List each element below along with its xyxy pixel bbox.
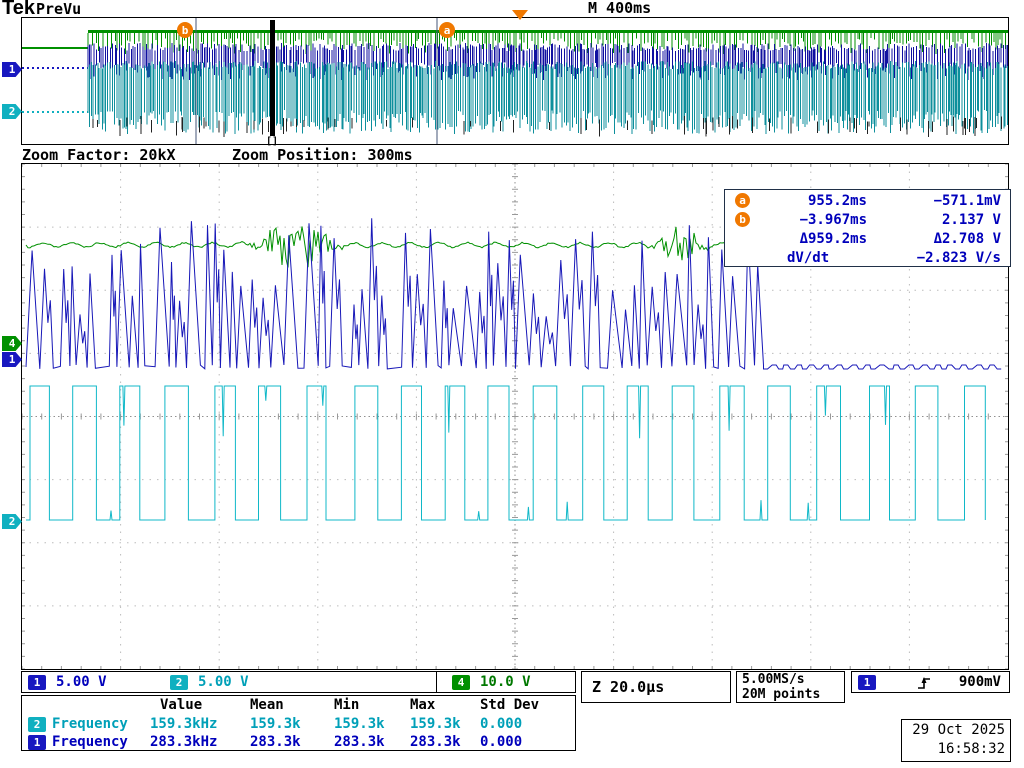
zoom-ch4-marker: 4 bbox=[2, 336, 22, 351]
meas-row-ch1-min: 283.3k bbox=[334, 734, 385, 750]
ch4-scale-readout[interactable]: 10.0 V bbox=[480, 674, 531, 690]
zoom-scale-box[interactable]: Z 20.0µs bbox=[581, 671, 731, 703]
record-length-readout: 20M points bbox=[742, 687, 821, 702]
meas-row-ch1-value: 283.3kHz bbox=[150, 734, 218, 750]
meas-header-mean: Mean bbox=[250, 697, 284, 713]
cursor-a-badge-icon: a bbox=[735, 193, 750, 208]
measurement-table: Value Mean Min Max Std Dev 2 Frequency 1… bbox=[21, 695, 576, 751]
ch4-badge[interactable]: 4 bbox=[452, 675, 470, 690]
cursor-dvdt-value: −2.823 V/s bbox=[916, 250, 1001, 266]
zoom-position-label[interactable]: Zoom Position: 300ms bbox=[232, 146, 413, 164]
zoom-factor-label[interactable]: Zoom Factor: 20kX bbox=[22, 146, 176, 164]
cursor-delta-value: Δ2.708 V bbox=[933, 231, 1001, 247]
main-timebase-readout[interactable]: M 400ms bbox=[588, 0, 651, 17]
zoom-bracket-label[interactable]: [] bbox=[266, 136, 278, 148]
meas-row-ch1-badge: 1 bbox=[28, 735, 46, 750]
cursor-a-marker[interactable]: a bbox=[439, 22, 455, 38]
meas-row-ch1-max: 283.3k bbox=[410, 734, 461, 750]
scale-bar-divider bbox=[436, 672, 437, 692]
trigger-source-badge: 1 bbox=[858, 675, 876, 690]
overview-ch1-marker: 1 bbox=[2, 62, 22, 77]
ch2-scale-readout[interactable]: 5.00 V bbox=[198, 674, 249, 690]
trigger-position-marker-icon[interactable] bbox=[512, 10, 528, 20]
meas-row-ch2-stddev: 0.000 bbox=[480, 716, 523, 732]
meas-row-ch2-value: 159.3kHz bbox=[150, 716, 218, 732]
meas-row-ch1-mean: 283.3k bbox=[250, 734, 301, 750]
cursor-a-value: −571.1mV bbox=[933, 193, 1001, 209]
cursor-b-badge-icon: b bbox=[735, 212, 750, 227]
trigger-slope-rising-icon bbox=[918, 677, 930, 689]
ch2-badge[interactable]: 2 bbox=[170, 675, 188, 690]
overview-waveform-display bbox=[22, 18, 1008, 144]
acquisition-mode-label: PreVu bbox=[36, 0, 82, 18]
trigger-readout-box[interactable]: 1 900mV bbox=[851, 671, 1010, 693]
time-readout: 16:58:32 bbox=[937, 741, 1005, 757]
cursor-delta-time: Δ959.2ms bbox=[799, 231, 867, 247]
date-readout: 29 Oct 2025 bbox=[912, 722, 1005, 738]
sample-rate-readout: 5.00MS/s bbox=[742, 672, 805, 687]
meas-row-ch2-min: 159.3k bbox=[334, 716, 385, 732]
meas-header-max: Max bbox=[410, 697, 436, 713]
overview-ch2-marker: 2 bbox=[2, 104, 22, 119]
datetime-box: 29 Oct 2025 16:58:32 bbox=[901, 719, 1011, 762]
ch1-badge[interactable]: 1 bbox=[28, 675, 46, 690]
meas-row-ch2-max: 159.3k bbox=[410, 716, 461, 732]
cursor-dvdt-label: dV/dt bbox=[787, 250, 830, 266]
meas-row-ch2-mean: 159.3k bbox=[250, 716, 301, 732]
meas-header-value: Value bbox=[160, 697, 203, 713]
trigger-level-readout: 900mV bbox=[958, 674, 1001, 690]
cursor-a-time: 955.2ms bbox=[807, 193, 867, 209]
zoom-ch1-marker: 1 bbox=[2, 352, 22, 367]
zoom-scale-readout: Z 20.0µs bbox=[592, 678, 665, 696]
record-view-window bbox=[21, 17, 1009, 145]
cursor-b-marker[interactable]: b bbox=[177, 22, 193, 38]
meas-row-ch1-stddev: 0.000 bbox=[480, 734, 523, 750]
meas-header-stddev: Std Dev bbox=[480, 697, 540, 713]
cursor-readout-panel: a 955.2ms −571.1mV b −3.967ms 2.137 V Δ9… bbox=[724, 189, 1011, 267]
vertical-scale-bar: 1 5.00 V 2 5.00 V 4 10.0 V bbox=[21, 671, 576, 693]
meas-row-ch2-badge: 2 bbox=[28, 717, 46, 732]
cursor-b-value: 2.137 V bbox=[941, 212, 1001, 228]
oscilloscope-screen: Tek PreVu M 400ms 1 2 b a [] Zoom Factor… bbox=[0, 0, 1024, 768]
meas-header-min: Min bbox=[334, 697, 360, 713]
acquisition-info-box[interactable]: 5.00MS/s 20M points bbox=[736, 671, 845, 703]
zoom-ch2-marker: 2 bbox=[2, 514, 22, 529]
cursor-b-time: −3.967ms bbox=[799, 212, 867, 228]
ch1-scale-readout[interactable]: 5.00 V bbox=[56, 674, 107, 690]
meas-row-ch2-name[interactable]: Frequency bbox=[52, 716, 128, 732]
meas-row-ch1-name[interactable]: Frequency bbox=[52, 734, 128, 750]
